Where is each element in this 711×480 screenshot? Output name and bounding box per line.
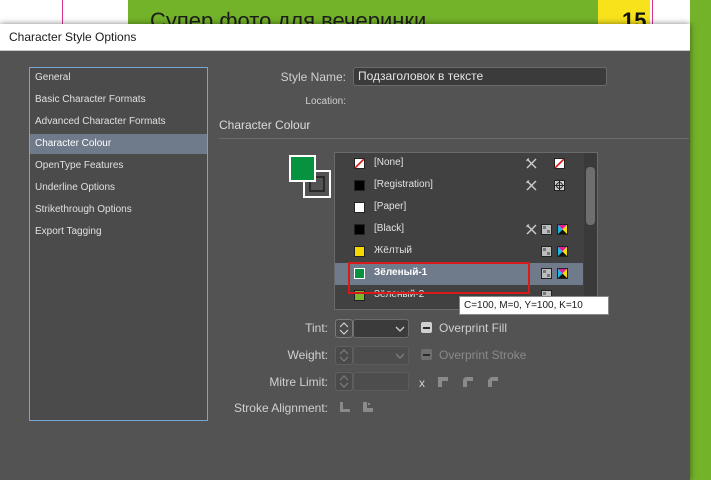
process-color-icon [541,246,552,257]
process-color-icon [541,224,552,235]
locked-edit-icon [526,158,537,169]
fill-proxy[interactable] [289,155,316,182]
nav-item-opentype-features[interactable]: OpenType Features [30,156,207,176]
nav-item-underline-options[interactable]: Underline Options [30,178,207,198]
category-list: General Basic Character Formats Advanced… [29,67,208,421]
mitre-limit-stepper[interactable] [335,372,353,391]
swatch-row-yellow[interactable]: Жёлтый [335,241,583,263]
style-name-input[interactable]: Подзаголовок в тексте [353,67,607,86]
none-swatch-icon [354,158,365,169]
cmyk-mode-icon [557,224,568,235]
swatch-chip [354,224,365,235]
swatch-name: [Registration] [374,179,433,190]
swatch-scrollbar[interactable] [584,153,597,309]
cmyk-mode-icon [557,246,568,257]
character-style-options-dialog: Character Style Options General Basic Ch… [0,24,690,480]
swatch-row-black[interactable]: [Black] [335,219,583,241]
nav-item-basic-character-formats[interactable]: Basic Character Formats [30,90,207,110]
stepper-arrows-icon [339,375,349,388]
nav-item-character-colour[interactable]: Character Colour [30,134,207,154]
nav-item-advanced-character-formats[interactable]: Advanced Character Formats [30,112,207,132]
swatch-chip [354,202,365,213]
mitre-limit-field[interactable] [353,372,409,391]
miter-join-icon[interactable] [437,376,449,388]
dialog-title: Character Style Options [9,30,137,44]
locked-edit-icon [526,180,537,191]
highlight-outline [348,262,530,294]
tint-combo[interactable] [353,319,409,338]
round-join-icon[interactable] [462,376,474,388]
tint-stepper[interactable] [335,319,353,338]
weight-stepper[interactable] [335,346,353,365]
overprint-stroke-label: Overprint Stroke [439,348,527,362]
swatch-chip [354,180,365,191]
stroke-alignment-label: Stroke Alignment: [233,401,328,415]
scrollbar-thumb[interactable] [586,167,595,225]
stroke-center-icon[interactable] [339,401,351,413]
swatch-name: [Paper] [374,201,407,212]
weight-label: Weight: [287,348,328,362]
stepper-arrows-icon [339,322,349,335]
nav-item-export-tagging[interactable]: Export Tagging [30,222,207,242]
right-green-strip [690,0,711,480]
stepper-arrows-icon [339,349,349,362]
none-type-icon [554,158,565,169]
chevron-down-icon [395,326,405,332]
swatch-row-paper[interactable]: [Paper] [335,197,583,219]
mitre-x-label: x [419,376,425,390]
style-name-label: Style Name: [280,70,346,84]
swatch-row-registration[interactable]: [Registration] [335,175,583,197]
overprint-fill-label: Overprint Fill [439,321,508,335]
weight-combo[interactable] [353,346,409,365]
locked-edit-icon [526,224,537,235]
swatch-tooltip: C=100, M=0, Y=100, K=10 [459,296,609,315]
chevron-down-icon [395,353,405,359]
swatch-chip [354,246,365,257]
overprint-stroke-checkbox[interactable] [421,349,432,360]
swatch-name: [None] [374,157,404,168]
registration-type-icon [554,180,565,191]
swatch-name: [Black] [374,223,405,234]
mitre-limit-label: Mitre Limit: [269,375,328,389]
dialog-titlebar[interactable]: Character Style Options [0,24,690,51]
swatch-name: Жёлтый [374,245,412,256]
stroke-inside-icon[interactable] [362,401,374,413]
nav-item-strikethrough-options[interactable]: Strikethrough Options [30,200,207,220]
section-divider [219,138,689,139]
process-color-icon [541,268,552,279]
location-label: Location: [305,96,346,107]
cmyk-mode-icon [557,268,568,279]
overprint-fill-checkbox[interactable] [421,322,432,333]
tint-label: Tint: [305,321,328,335]
bevel-join-icon[interactable] [487,376,499,388]
swatch-row-none[interactable]: [None] [335,153,583,175]
nav-item-general[interactable]: General [30,68,207,88]
section-title: Character Colour [219,118,311,132]
